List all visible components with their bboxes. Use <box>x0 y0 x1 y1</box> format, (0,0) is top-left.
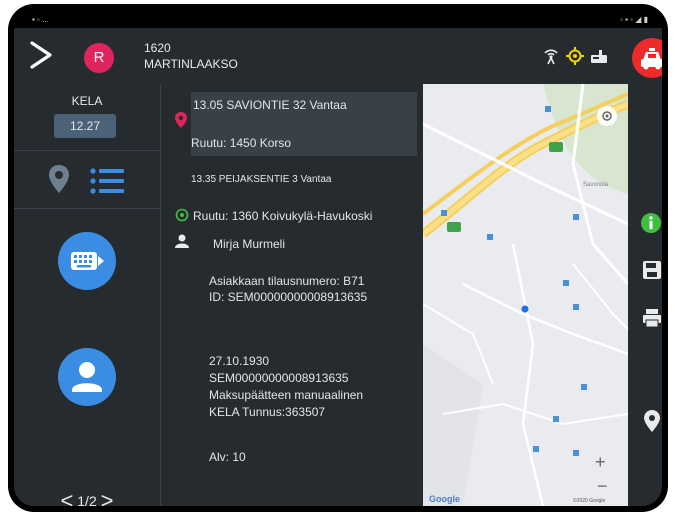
map-view[interactable]: Savonula + − Google ©2020 Google <box>423 84 628 506</box>
user-avatar[interactable]: R <box>84 43 114 73</box>
app-header: R 1620 MARTINLAAKSO <box>14 28 662 84</box>
divider <box>14 208 160 209</box>
pager-prev-button[interactable]: < <box>61 488 74 506</box>
pickup-row[interactable]: 13.05 SAVIONTIE 32 Vantaa Ruutu: 1450 Ko… <box>191 92 417 156</box>
car-button[interactable] <box>632 38 662 78</box>
trip-details: 13.05 SAVIONTIE 32 Vantaa Ruutu: 1450 Ko… <box>161 84 423 506</box>
google-logo: Google <box>429 494 460 504</box>
map-canvas <box>423 84 628 506</box>
vat-value: Alv: 10 <box>209 450 246 464</box>
left-panel: KELA 12.27 < 1/2 > <box>14 84 161 506</box>
person-icon <box>175 234 189 248</box>
divider <box>14 150 160 151</box>
status-bar: ▪ ◦ ... ◦ ▪ ◦ ◢ ▮ <box>14 12 662 28</box>
keyboard-icon <box>71 252 104 270</box>
chevron-right-icon[interactable] <box>26 40 56 70</box>
order-id: ID: SEM00000000008913635 <box>209 290 368 304</box>
pager-page-indicator: 1/2 <box>77 493 97 506</box>
status-right-icons: ◦ ▪ ◦ ◢ ▮ <box>620 15 648 24</box>
target-icon <box>175 208 189 222</box>
zoom-out-button[interactable]: − <box>597 476 608 497</box>
tablet-frame: ▪ ◦ ... ◦ ▪ ◦ ◢ ▮ R 1620 MARTINLAAKSO KE… <box>8 4 668 512</box>
antenna-icon <box>544 49 558 65</box>
birth-date: 27.10.1930 <box>209 354 270 368</box>
kela-time-badge[interactable]: 12.27 <box>54 114 116 138</box>
list-icon[interactable] <box>90 168 124 194</box>
gps-icon <box>566 47 584 65</box>
sem-id: SEM00000000008913635 <box>209 371 349 385</box>
pickup-zone: Ruutu: 1450 Korso <box>191 136 292 150</box>
right-action-strip <box>628 84 662 506</box>
payment-note: Maksupäätteen manuaalinen <box>209 388 364 402</box>
app-screen: ▪ ◦ ... ◦ ▪ ◦ ◢ ▮ R 1620 MARTINLAAKSO KE… <box>14 12 662 506</box>
location-pin-icon[interactable] <box>48 164 70 194</box>
customer-button[interactable] <box>58 348 116 406</box>
pager: < 1/2 > <box>14 488 160 506</box>
customer-name: Mirja Murmeli <box>213 237 285 251</box>
location-pin-icon <box>175 112 187 128</box>
vehicle-id: 1620 <box>144 41 171 55</box>
kela-label: KELA <box>71 94 103 108</box>
header-status-icons <box>542 46 608 66</box>
keyboard-button[interactable] <box>58 232 116 290</box>
order-number: Asiakkaan tilausnumero: B71 <box>209 274 365 288</box>
map-copyright: ©2020 Google <box>573 498 606 504</box>
vehicle-name: MARTINLAAKSO <box>144 57 238 71</box>
next-address: 13.35 PEIJAKSENTIE 3 Vantaa <box>191 174 332 185</box>
vehicle-info: 1620 MARTINLAAKSO <box>144 40 238 72</box>
map-place-label: Savonula <box>583 182 609 188</box>
save-icon[interactable] <box>642 260 662 280</box>
taxi-meter-icon <box>591 50 607 63</box>
zoom-in-button[interactable]: + <box>595 452 606 473</box>
info-icon[interactable] <box>640 212 662 234</box>
kela-code: KELA Tunnus:363507 <box>209 405 326 419</box>
pickup-address: 13.05 SAVIONTIE 32 Vantaa <box>193 98 347 112</box>
location-pin-icon[interactable] <box>644 410 660 432</box>
dropoff-zone: Ruutu: 1360 Koivukylä-Havukoski <box>193 209 373 223</box>
person-icon <box>72 362 102 392</box>
pager-next-button[interactable]: > <box>101 488 114 506</box>
print-icon[interactable] <box>642 308 662 328</box>
car-icon <box>641 48 662 70</box>
status-left-icons: ▪ ◦ ... <box>32 15 49 24</box>
